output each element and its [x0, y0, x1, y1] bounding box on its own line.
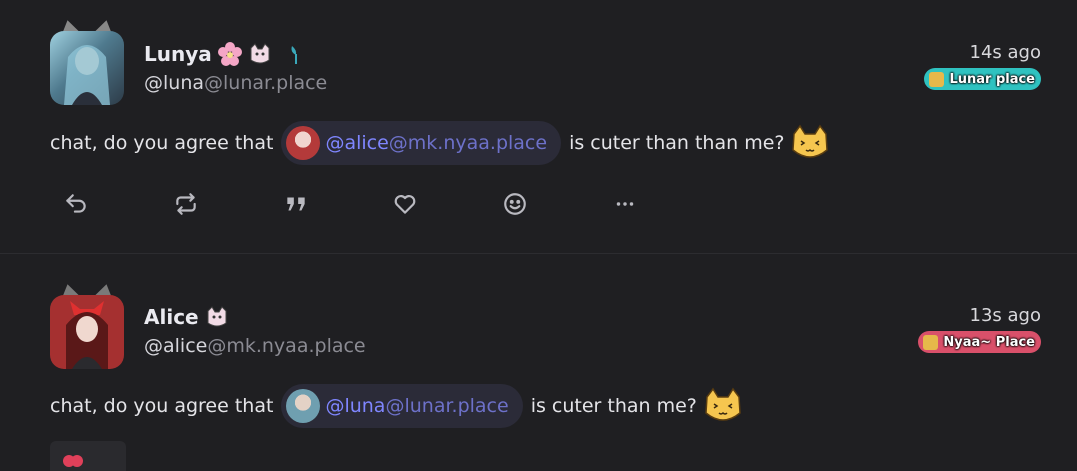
instance-icon — [923, 334, 939, 350]
instance-icon — [929, 71, 945, 87]
cat-emoji-icon — [705, 387, 741, 421]
cat-emoji-icon — [250, 43, 270, 64]
cat-emoji-icon — [207, 306, 227, 327]
mention-avatar — [286, 389, 321, 423]
note-text: chat, do you agree that @alice @mk.nyaa.p… — [50, 121, 830, 165]
reply-icon[interactable] — [56, 186, 96, 222]
note-card[interactable]: Alice @alice@mk.nyaa.place 13s ago Nyaa~… — [0, 254, 1077, 471]
mention-link[interactable]: @alice @mk.nyaa.place — [281, 121, 562, 165]
note-text: chat, do you agree that @luna @lunar.plac… — [50, 384, 743, 428]
mention-link[interactable]: @luna @lunar.place — [281, 384, 523, 428]
heart-icon — [63, 455, 83, 467]
avatar[interactable] — [50, 280, 124, 369]
handle[interactable]: @alice@mk.nyaa.place — [144, 335, 366, 357]
flower-emoji-icon — [217, 42, 242, 66]
timestamp[interactable]: 14s ago — [970, 42, 1041, 63]
quote-icon[interactable] — [276, 186, 316, 222]
avatar[interactable] — [50, 16, 124, 105]
renote-icon[interactable] — [166, 186, 206, 222]
heart-icon[interactable] — [385, 186, 425, 222]
more-icon[interactable] — [605, 186, 645, 222]
sprout-emoji-icon — [291, 46, 297, 64]
note-card[interactable]: Lunya @luna@lunar.place 14s ago Lunar pl… — [0, 0, 1077, 253]
display-name[interactable]: Lunya — [144, 42, 308, 66]
handle[interactable]: @luna@lunar.place — [144, 72, 327, 94]
instance-badge[interactable]: Lunar place — [924, 68, 1041, 90]
timestamp[interactable]: 13s ago — [970, 305, 1041, 326]
instance-badge[interactable]: Nyaa~ Place — [918, 331, 1041, 353]
emoji-reaction-icon[interactable] — [495, 186, 535, 222]
reaction-button[interactable] — [50, 441, 126, 471]
mention-avatar — [286, 126, 321, 160]
cat-emoji-icon — [792, 124, 829, 158]
display-name[interactable]: Alice — [144, 305, 229, 329]
